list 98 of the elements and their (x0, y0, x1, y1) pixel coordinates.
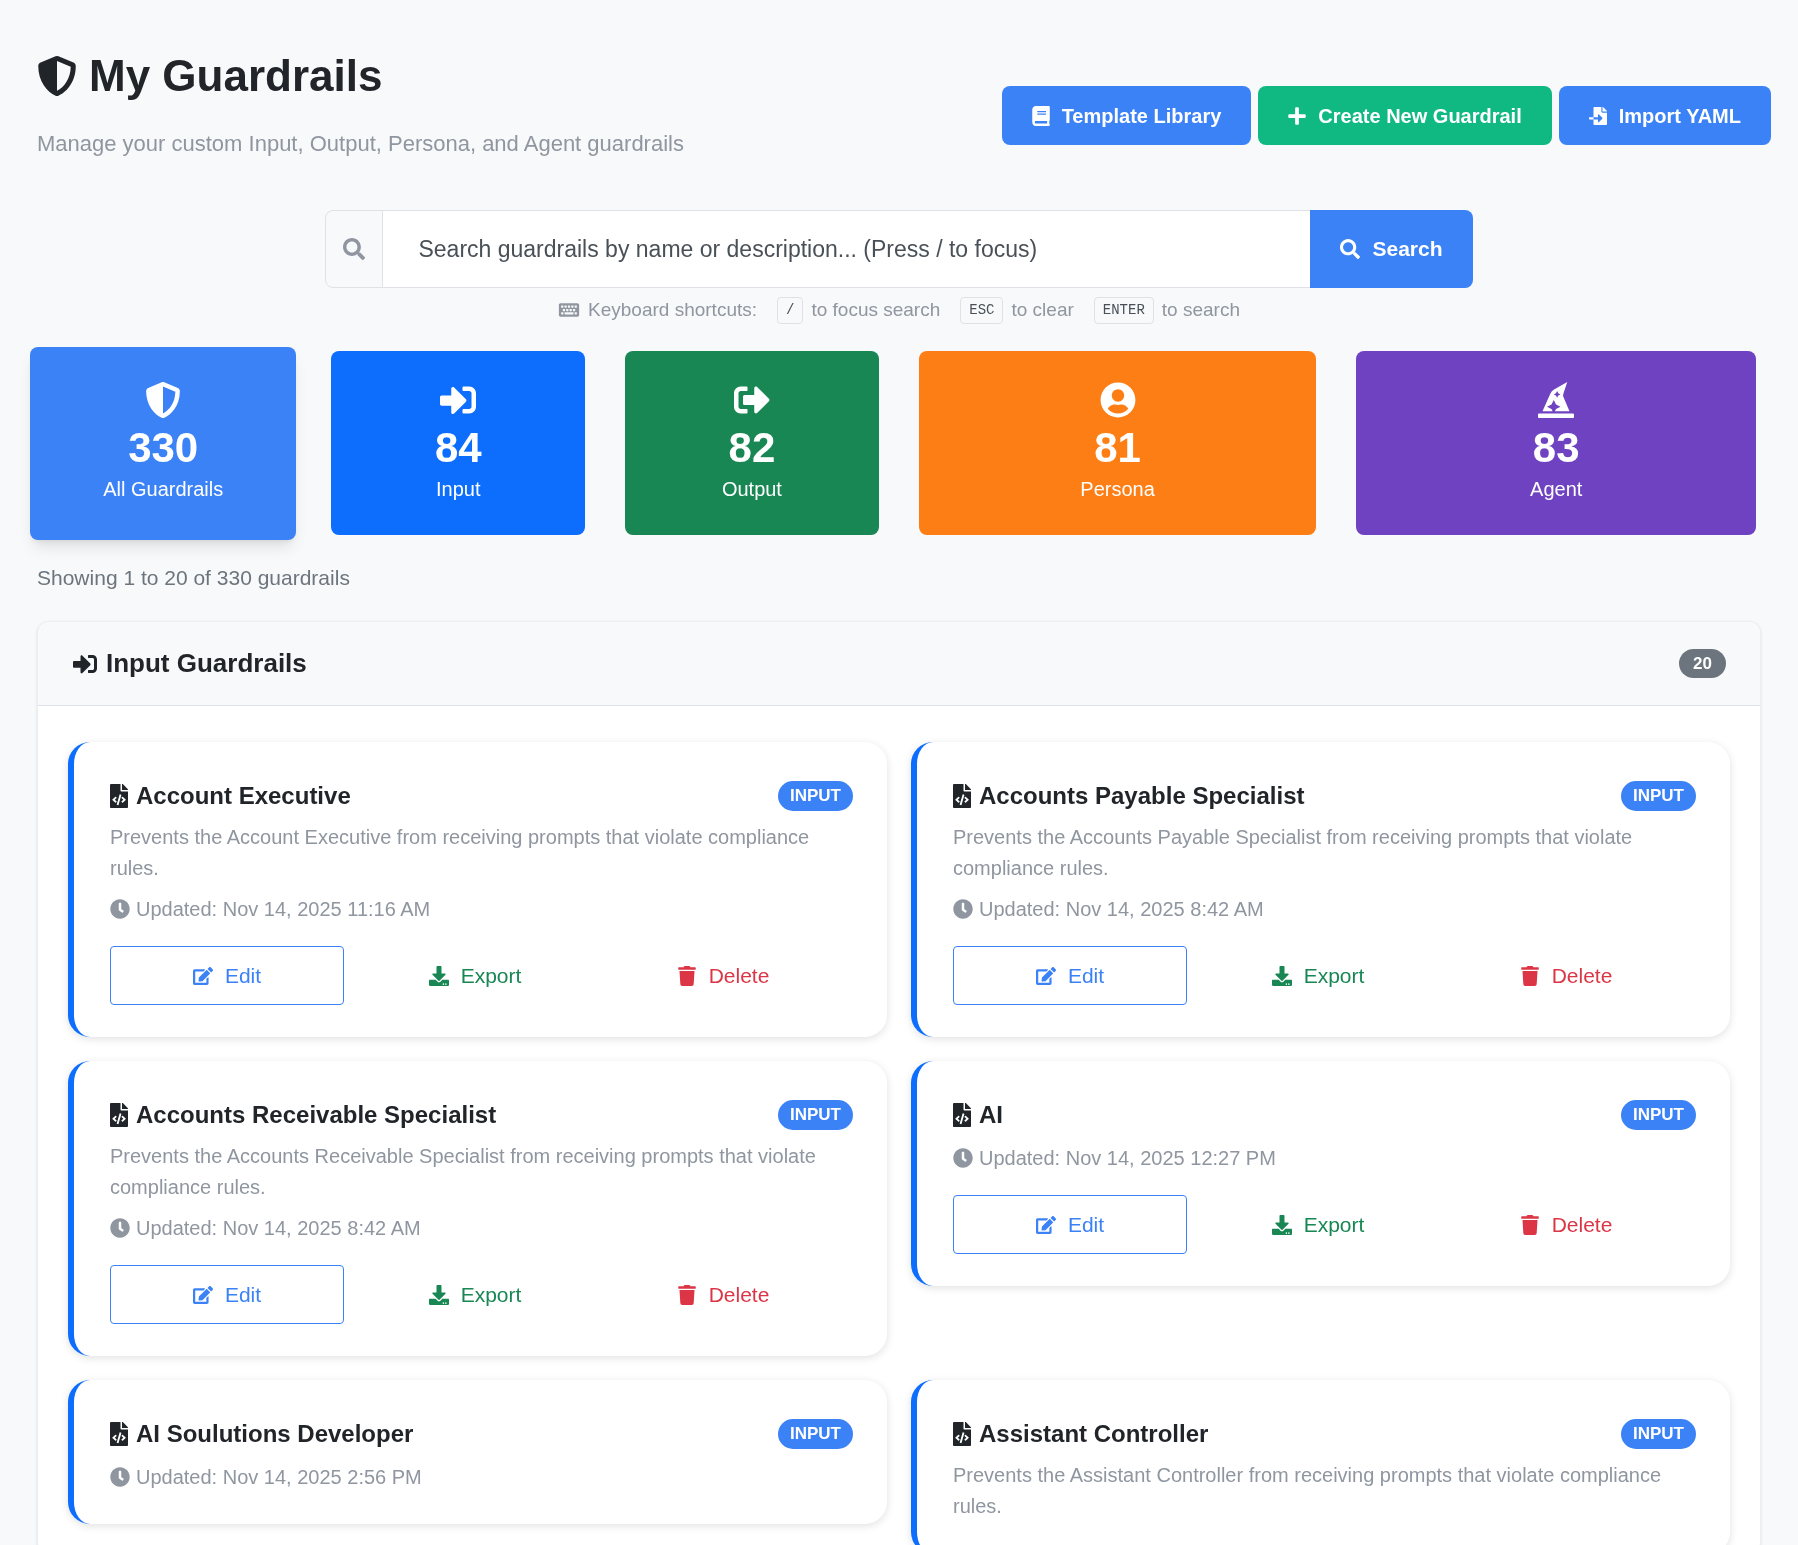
file-import-icon (1588, 105, 1607, 126)
trash-icon (1519, 965, 1540, 986)
shield-icon (145, 381, 182, 418)
code-file-icon (953, 784, 971, 808)
delete-button[interactable]: Delete (1449, 1195, 1683, 1254)
keyboard-icon (558, 301, 581, 320)
count-badge: 20 (1679, 648, 1726, 679)
download-icon (428, 1284, 449, 1305)
shortcut-text: to search (1161, 298, 1240, 322)
trash-icon (676, 965, 697, 986)
edit-icon (192, 1284, 213, 1305)
trash-icon (1519, 1214, 1540, 1235)
section-title: Input Guardrails (106, 647, 307, 680)
edit-icon (1035, 1214, 1056, 1235)
card-title: Assistant Controller (979, 1419, 1209, 1449)
tile-label: Agent (1530, 477, 1583, 503)
type-badge: INPUT (778, 1100, 853, 1130)
updated-time: Updated: Nov 14, 2025 12:27 PM (979, 1146, 1276, 1171)
tile-count: 82 (728, 422, 776, 473)
edit-button[interactable]: Edit (110, 1265, 344, 1324)
type-badge: INPUT (1621, 1419, 1696, 1449)
key-hint: ENTER (1093, 296, 1154, 324)
clock-icon (110, 899, 130, 919)
category-tile[interactable]: 83 Agent (1356, 351, 1756, 535)
delete-button[interactable]: Delete (1449, 946, 1683, 1005)
page-title: My Guardrails (89, 50, 383, 102)
clock-icon (953, 1148, 973, 1168)
edit-button[interactable]: Edit (953, 946, 1187, 1005)
card-title: Account Executive (136, 781, 351, 811)
search-button[interactable]: Search (1310, 210, 1473, 288)
card-description: Prevents the Assistant Controller from receiving prompts that violate compliance rules. (953, 1463, 1663, 1519)
category-tile[interactable]: 81 Persona (918, 351, 1317, 535)
type-badge: INPUT (778, 1419, 853, 1449)
category-tile[interactable]: 330 All Guardrails (30, 346, 297, 540)
updated-time: Updated: Nov 14, 2025 2:56 PM (136, 1465, 422, 1490)
card-description: Prevents the Account Executive from receiving prompts that violate compliance rules. (110, 825, 811, 881)
book-icon (1031, 105, 1050, 126)
trash-icon (676, 1284, 697, 1305)
delete-button[interactable]: Delete (606, 1265, 840, 1324)
create-guardrail-button[interactable]: Create New Guardrail (1258, 86, 1552, 145)
edit-button[interactable]: Edit (953, 1195, 1187, 1254)
updated-time: Updated: Nov 14, 2025 11:16 AM (136, 897, 431, 922)
results-summary: Showing 1 to 20 of 330 guardrails (37, 564, 351, 591)
search-field[interactable]: Search guardrails by name or description... (Press / to focus) (383, 210, 1311, 288)
type-badge: INPUT (778, 781, 853, 811)
shield-icon (37, 54, 77, 97)
clock-icon (953, 899, 973, 919)
search-icon (1340, 239, 1361, 259)
code-file-icon (110, 1422, 128, 1446)
card-title: Accounts Payable Specialist (979, 781, 1305, 811)
tile-label: All Guardrails (103, 477, 224, 503)
code-file-icon (110, 1103, 128, 1127)
download-icon (1271, 1214, 1292, 1235)
download-icon (1271, 965, 1292, 986)
clock-icon (110, 1218, 130, 1238)
tile-count: 84 (434, 422, 482, 473)
card-title: AI (979, 1100, 1003, 1130)
tile-label: Output (721, 477, 782, 503)
import-yaml-button[interactable]: Import YAML (1558, 86, 1771, 145)
updated-time: Updated: Nov 14, 2025 8:42 AM (136, 1216, 421, 1241)
card-description: Prevents the Accounts Receivable Specialist from receiving prompts that violate compliance rules. (110, 1144, 817, 1200)
tile-count: 83 (1532, 422, 1580, 473)
tile-count: 330 (128, 422, 199, 473)
shortcut-text: to clear (1011, 298, 1074, 322)
delete-button[interactable]: Delete (606, 946, 840, 1005)
category-tile[interactable]: 84 Input (331, 351, 586, 535)
export-button[interactable]: Export (1201, 946, 1435, 1005)
card-description: Prevents the Accounts Payable Specialist from receiving prompts that violate compliance rules. (953, 825, 1634, 881)
page-subtitle: Manage your custom Input, Output, Persona, and Agent guardrails (37, 130, 684, 158)
code-file-icon (953, 1103, 971, 1127)
wizard-hat-icon (1538, 381, 1575, 418)
card-title: AI Soulutions Developer (136, 1419, 414, 1449)
edit-icon (1035, 965, 1056, 986)
template-library-button[interactable]: Template Library (1001, 86, 1252, 145)
type-badge: INPUT (1621, 781, 1696, 811)
user-icon (1099, 381, 1136, 418)
card-title: Accounts Receivable Specialist (136, 1100, 497, 1130)
clock-icon (110, 1467, 130, 1487)
shortcuts-label: Keyboard shortcuts: (588, 298, 757, 322)
code-file-icon (110, 784, 128, 808)
tile-label: Persona (1080, 477, 1155, 503)
edit-icon (192, 965, 213, 986)
code-file-icon (953, 1422, 971, 1446)
plus-icon (1288, 105, 1307, 126)
tile-label: Input (436, 477, 481, 503)
key-hint: / (777, 296, 804, 324)
category-tile[interactable]: 82 Output (625, 351, 879, 535)
updated-time: Updated: Nov 14, 2025 8:42 AM (979, 897, 1264, 922)
type-badge: INPUT (1621, 1100, 1696, 1130)
export-button[interactable]: Export (1201, 1195, 1435, 1254)
key-hint: ESC (960, 296, 1004, 324)
shortcut-text: to focus search (811, 298, 941, 322)
tile-count: 81 (1094, 422, 1141, 473)
edit-button[interactable]: Edit (110, 946, 344, 1005)
export-button[interactable]: Export (358, 946, 592, 1005)
export-button[interactable]: Export (358, 1265, 592, 1324)
search-icon (343, 238, 366, 260)
download-icon (428, 965, 449, 986)
